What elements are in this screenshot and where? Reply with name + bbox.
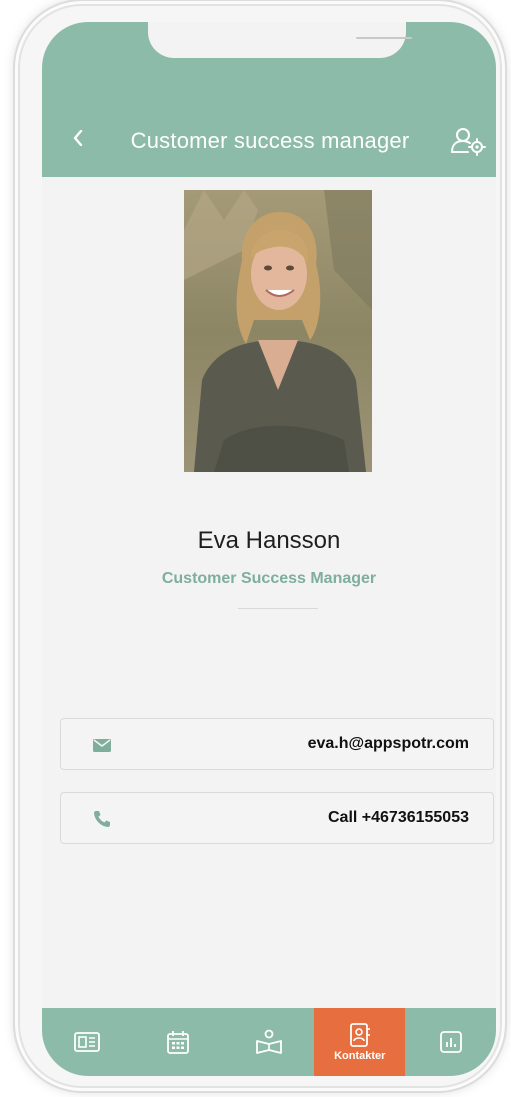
device-notch (148, 22, 412, 58)
tab-statistics[interactable] (405, 1008, 496, 1076)
app-screen: Customer success manager Eva Hansson Cus… (42, 22, 496, 1076)
chevron-left-icon[interactable] (68, 126, 88, 150)
chart-icon (439, 1031, 462, 1053)
tab-label: Kontakter (334, 1049, 386, 1062)
bottom-tab-bar: Kontakter (42, 1008, 496, 1076)
tab-reading[interactable] (224, 1008, 315, 1076)
contact-book-icon (349, 1022, 370, 1047)
profile-photo (184, 190, 372, 472)
divider (238, 608, 318, 609)
reading-icon (256, 1029, 282, 1054)
tab-news[interactable] (42, 1008, 133, 1076)
envelope-icon (91, 734, 113, 756)
page-title: Customer success manager (130, 128, 410, 153)
tab-calendar[interactable] (133, 1008, 224, 1076)
phone-row[interactable]: Call +46736155053 (60, 792, 494, 844)
phone-icon (91, 808, 113, 830)
user-settings-icon[interactable] (450, 126, 488, 156)
news-icon (74, 1032, 101, 1052)
tab-kontakter[interactable]: Kontakter (314, 1008, 406, 1076)
email-value: eva.h@appspotr.com (307, 735, 469, 752)
speaker-grille (356, 37, 412, 39)
phone-value: Call +46736155053 (327, 809, 469, 826)
profile-name: Eva Hansson (197, 527, 341, 554)
email-row[interactable]: eva.h@appspotr.com (60, 718, 494, 770)
profile-role: Customer Success Manager (161, 570, 377, 587)
calendar-icon (167, 1031, 190, 1054)
